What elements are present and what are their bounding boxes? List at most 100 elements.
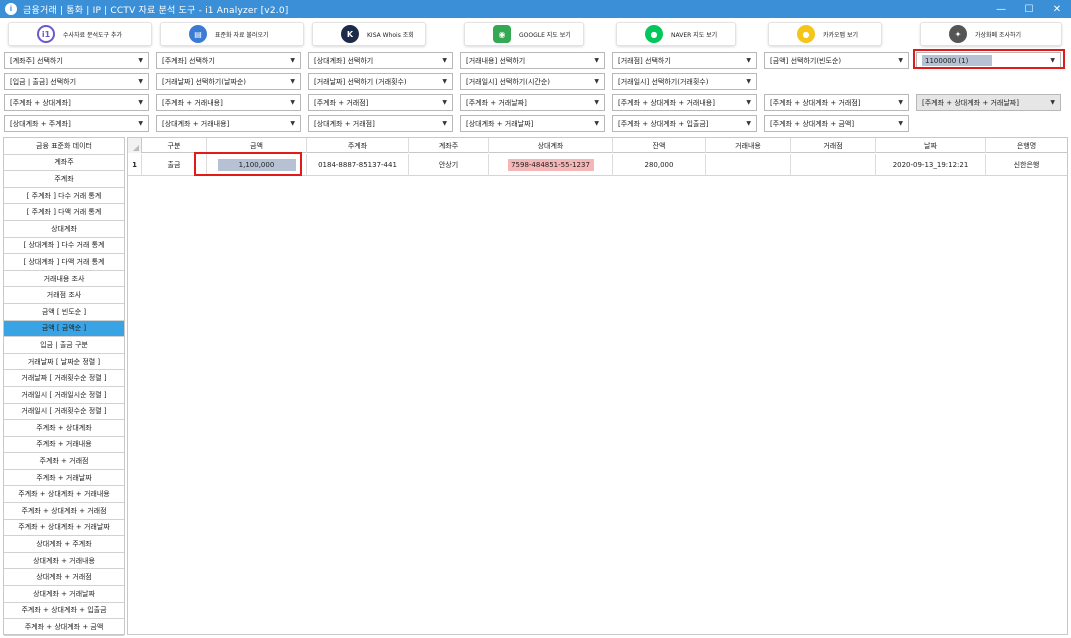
menu-item[interactable]: 금융 표준화 데이터 (4, 138, 124, 155)
combo-counter-branch-select[interactable]: [상대계좌 + 거래점] ▼ (308, 115, 453, 132)
minimize-button[interactable]: — (987, 0, 1015, 18)
menu-item[interactable]: 거래날짜 [ 날짜순 정렬 ] (4, 354, 124, 371)
datetime-count-select[interactable]: [거래일시] 선택하기(거래횟수) ▼ (612, 73, 757, 90)
menu-item[interactable]: 거래날짜 [ 거래횟수순 정렬 ] (4, 370, 124, 387)
highlight-box-amount-cell (194, 152, 302, 176)
menu-item[interactable]: 주계좌 + 상대계좌 + 입출금 (4, 603, 124, 620)
dropdown-arrow-icon: ▼ (290, 57, 295, 64)
menu-item[interactable]: 입금 | 출금 구분 (4, 337, 124, 354)
menu-item[interactable]: 주계좌 + 상대계좌 + 거래내용 (4, 486, 124, 504)
menu-item[interactable]: 계좌주 (4, 155, 124, 172)
tool-label: GOOGLE 지도 보기 (519, 31, 571, 39)
kisa-logo-icon: K (341, 25, 359, 43)
dropdown-arrow-icon: ▼ (442, 78, 447, 85)
menu-item[interactable]: [ 주계좌 ] 다액 거래 통계 (4, 204, 124, 221)
select-label: [주계좌 + 상대계좌] (10, 98, 71, 107)
maximize-button[interactable]: ☐ (1015, 0, 1043, 18)
menu-item[interactable]: 주계좌 + 거래점 (4, 453, 124, 470)
menu-item-active[interactable]: 금액 [ 금액순 ] (4, 320, 124, 338)
select-label: [주계좌 + 상대계좌 + 거래내용] (618, 98, 715, 107)
date-count-select[interactable]: [거래날짜] 선택하기 (거래횟수) ▼ (308, 73, 453, 90)
select-label: [주계좌 + 상대계좌 + 금액] (770, 119, 855, 128)
google-map-button[interactable]: ◉ GOOGLE 지도 보기 (464, 22, 584, 46)
main-account-select[interactable]: [주계좌] 선택하기 ▼ (156, 52, 301, 69)
column-header[interactable]: 잔액 (613, 138, 706, 153)
tool-button-row: i1 수사자료 분석도구 추가 ▤ 표준화 자료 불러오기 K KISA Who… (0, 22, 1071, 48)
menu-item[interactable]: 거래점 조사 (4, 287, 124, 304)
amount-frequency-select[interactable]: [금액] 선택하기(빈도순) ▼ (764, 52, 909, 69)
combo-main-counter-content-select[interactable]: [주계좌 + 상대계좌 + 거래내용] ▼ (612, 94, 757, 111)
menu-item[interactable]: 상대계좌 (4, 221, 124, 238)
branch-select[interactable]: [거래점] 선택하기 ▼ (612, 52, 757, 69)
load-standardized-data-button[interactable]: ▤ 표준화 자료 불러오기 (160, 22, 304, 46)
select-label: [주계좌 + 거래날짜] (466, 98, 527, 107)
combo-main-counter-amount-select[interactable]: [주계좌 + 상대계좌 + 금액] ▼ (764, 115, 909, 132)
menu-item[interactable]: 금액 [ 빈도순 ] (4, 304, 124, 321)
dropdown-arrow-icon: ▼ (746, 120, 751, 127)
naver-map-button[interactable]: ● NAVER 지도 보기 (616, 22, 736, 46)
menu-item[interactable]: 상대계좌 + 거래내용 (4, 553, 124, 570)
menu-item[interactable]: 거래일시 [ 거래일시순 정렬 ] (4, 387, 124, 404)
transaction-content-select[interactable]: [거래내용] 선택하기 ▼ (460, 52, 605, 69)
balance-cell[interactable]: 280,000 (613, 154, 706, 176)
kisa-whois-button[interactable]: K KISA Whois 조회 (312, 22, 426, 46)
crypto-investigation-button[interactable]: ✦ 가상화폐 조사하기 (920, 22, 1062, 46)
column-header[interactable]: 계좌주 (409, 138, 489, 153)
counter-account-cell[interactable]: 7598-484851-55-1237 (489, 154, 613, 176)
combo-main-counter-date-select[interactable]: [주계좌 + 상대계좌 + 거래날짜] ▼ (916, 94, 1061, 111)
content-cell[interactable] (706, 154, 791, 176)
combo-counter-content-select[interactable]: [상대계좌 + 거래내용] ▼ (156, 115, 301, 132)
combo-counter-main-select[interactable]: [상대계좌 + 주계좌] ▼ (4, 115, 149, 132)
menu-item[interactable]: 주계좌 + 상대계좌 + 거래날짜 (4, 520, 124, 537)
combo-main-branch-select[interactable]: [주계좌 + 거래점] ▼ (308, 94, 453, 111)
column-header[interactable]: 거래점 (791, 138, 876, 153)
account-holder-select[interactable]: [계좌주] 선택하기 ▼ (4, 52, 149, 69)
title-bar: i 금융거래 | 통화 | IP | CCTV 자료 분석 도구 - i1 An… (0, 0, 1071, 18)
menu-item[interactable]: 주계좌 + 상대계좌 (4, 420, 124, 437)
branch-cell[interactable] (791, 154, 876, 176)
combo-counter-date-select[interactable]: [상대계좌 + 거래날짜] ▼ (460, 115, 605, 132)
menu-item[interactable]: 주계좌 + 상대계좌 + 거래점 (4, 503, 124, 520)
menu-item[interactable]: [ 상대계좌 ] 다수 거래 통계 (4, 238, 124, 255)
select-label: [상대계좌 + 거래내용] (162, 119, 230, 128)
dropdown-arrow-icon: ▼ (1050, 99, 1055, 106)
combo-main-date-select[interactable]: [주계좌 + 거래날짜] ▼ (460, 94, 605, 111)
column-header[interactable]: 상대계좌 (489, 138, 613, 153)
close-button[interactable]: ✕ (1043, 0, 1071, 18)
bank-cell[interactable]: 신한은행 (986, 154, 1067, 176)
select-all-corner[interactable] (128, 138, 142, 153)
kakao-map-button[interactable]: ● 카카오맵 보기 (768, 22, 882, 46)
menu-item[interactable]: 상대계좌 + 주계좌 (4, 536, 124, 553)
menu-item[interactable]: 상대계좌 + 거래날짜 (4, 586, 124, 603)
menu-item[interactable]: 주계좌 + 거래날짜 (4, 470, 124, 487)
date-cell[interactable]: 2020-09-13_19:12:21 (876, 154, 986, 176)
combo-main-counter-select[interactable]: [주계좌 + 상대계좌] ▼ (4, 94, 149, 111)
menu-item[interactable]: [ 주계좌 ] 다수 거래 통계 (4, 188, 124, 205)
column-header[interactable]: 거래내용 (706, 138, 791, 153)
date-order-select[interactable]: [거래날짜] 선택하기(날짜순) ▼ (156, 73, 301, 90)
menu-item[interactable]: 주계좌 + 상대계좌 + 금액 (4, 619, 124, 636)
main-account-cell[interactable]: 0184-8887-85137-441 (307, 154, 409, 176)
column-header[interactable]: 구분 (142, 138, 207, 153)
add-analysis-tool-button[interactable]: i1 수사자료 분석도구 추가 (8, 22, 152, 46)
combo-main-content-select[interactable]: [주계좌 + 거래내용] ▼ (156, 94, 301, 111)
counter-account-select[interactable]: [상대계좌] 선택하기 ▼ (308, 52, 453, 69)
combo-main-counter-branch-select[interactable]: [주계좌 + 상대계좌 + 거래점] ▼ (764, 94, 909, 111)
menu-item[interactable]: [ 상대계좌 ] 다액 거래 통계 (4, 254, 124, 271)
deposit-withdrawal-select[interactable]: [입금 | 출금] 선택하기 ▼ (4, 73, 149, 90)
column-header[interactable]: 날짜 (876, 138, 986, 153)
menu-item[interactable]: 거래내용 조사 (4, 271, 124, 288)
column-header[interactable]: 금액 (207, 138, 307, 153)
menu-item[interactable]: 주계좌 + 거래내용 (4, 437, 124, 454)
menu-item[interactable]: 상대계좌 + 거래점 (4, 569, 124, 587)
column-header[interactable]: 은행명 (986, 138, 1067, 153)
tool-label: 가상화폐 조사하기 (975, 31, 1022, 39)
datetime-order-select[interactable]: [거래일시] 선택하기(시간순) ▼ (460, 73, 605, 90)
analysis-menu: 금융 표준화 데이터 계좌주 주계좌 [ 주계좌 ] 다수 거래 통계 [ 주계… (3, 137, 125, 636)
column-header[interactable]: 주계좌 (307, 138, 409, 153)
combo-main-counter-inout-select[interactable]: [주계좌 + 상대계좌 + 입출금] ▼ (612, 115, 757, 132)
account-holder-cell[interactable]: 안상기 (409, 154, 489, 176)
menu-item[interactable]: 주계좌 (4, 171, 124, 188)
dropdown-arrow-icon: ▼ (898, 57, 903, 64)
menu-item[interactable]: 거래일시 [ 거래횟수순 정렬 ] (4, 404, 124, 421)
